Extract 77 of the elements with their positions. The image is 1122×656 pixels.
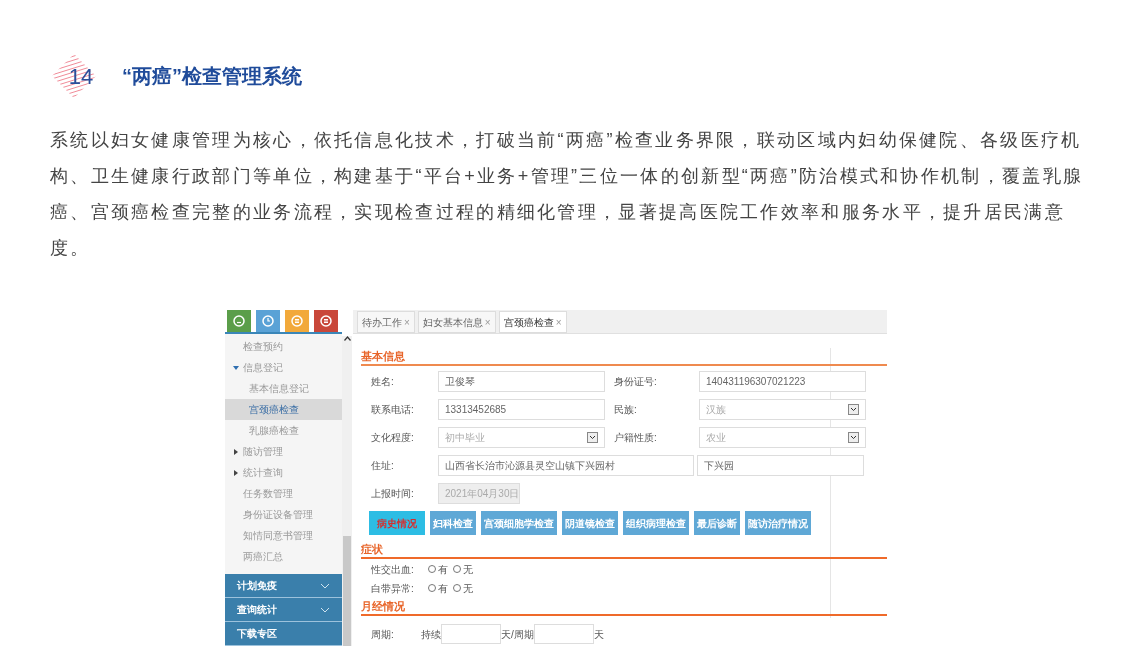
sidebar-item[interactable]: 信息登记 — [225, 357, 342, 378]
field-label: 上报时间: — [371, 487, 415, 501]
section-number: 14 — [68, 62, 94, 91]
field-label: 文化程度: — [371, 431, 415, 445]
tab-button[interactable]: 组织病理检查 — [623, 511, 689, 535]
radio-option[interactable]: 有 — [428, 580, 448, 596]
section-heading: 症状 — [361, 541, 887, 559]
sidebar-item[interactable]: 基本信息登记 — [225, 378, 342, 399]
toolbar-button[interactable] — [227, 310, 251, 332]
sidebar-section[interactable]: 查询统计 — [225, 598, 342, 622]
field-label: 联系电话: — [371, 403, 415, 417]
tab-button[interactable]: 最后诊断 — [694, 511, 740, 535]
field-label: 天/周期 — [501, 627, 534, 642]
field-label: 身份证号: — [614, 375, 658, 389]
section-heading: 基本信息 — [361, 348, 887, 366]
dropdown-icon — [848, 432, 859, 443]
description-paragraph: 系统以妇女健康管理为核心，依托信息化技术，打破当前“两癌”检查业务界限，联动区域内妇幼保健院、各级医疗机构、卫生健康行政部门等单位，构建基于“平台+业务+管理”三位一体的创新型“两癌”防治模式和协作机制，覆盖乳腺癌、宫颈癌检查完整的业务流程，实现检查过程的精细化管理，显著提高医院工作效率和服务水平，提升居民满意度。 — [50, 129, 1085, 260]
chevron-down-icon — [320, 606, 330, 613]
dropdown-icon — [587, 432, 598, 443]
section-title: “两癌”检查管理系统 — [122, 64, 302, 89]
sidebar-item[interactable]: 两癌汇总 — [225, 546, 342, 567]
sidebar-item[interactable]: 随访管理 — [225, 441, 342, 462]
tab-button[interactable]: 宫颈细胞学检查 — [481, 511, 557, 535]
input-field[interactable] — [441, 624, 501, 644]
tab-button[interactable]: 病史情况 — [369, 511, 425, 535]
select-field[interactable]: 汉族 — [699, 399, 866, 420]
striped-diamond-icon — [52, 54, 96, 98]
tab-button[interactable]: 阴道镜检查 — [562, 511, 618, 535]
close-icon[interactable]: × — [555, 314, 562, 330]
input-field[interactable] — [533, 624, 594, 644]
chevron-down-icon — [320, 582, 330, 589]
tab[interactable]: 待办工作 × — [357, 311, 415, 333]
radio-option[interactable]: 有 — [428, 561, 448, 577]
section-heading: 月经情况 — [361, 598, 887, 616]
select-field[interactable]: 农业 — [699, 427, 866, 448]
sidebar-section[interactable]: 下载专区 — [225, 622, 342, 646]
sidebar-item[interactable]: 统计查询 — [225, 462, 342, 483]
field-label: 天 — [593, 627, 604, 642]
select-field[interactable]: 初中毕业 — [438, 427, 605, 448]
toolbar-button[interactable] — [256, 310, 280, 332]
sidebar-item[interactable]: 检查预约 — [225, 336, 342, 357]
date-field: 2021年04月30日 — [438, 483, 520, 504]
tab[interactable]: 妇女基本信息 × — [417, 311, 496, 333]
input-field[interactable]: 卫俊琴 — [438, 371, 605, 392]
sidebar-item[interactable]: 宫颈癌检查 — [225, 399, 342, 420]
input-field[interactable]: 下兴园 — [697, 455, 864, 476]
field-label: 住址: — [371, 459, 395, 473]
toolbar-button[interactable] — [314, 310, 338, 332]
field-label: 性交出血: — [371, 562, 415, 577]
field-label: 持续 — [421, 627, 441, 642]
field-label: 户籍性质: — [614, 431, 658, 445]
sidebar-item[interactable]: 知情同意书管理 — [225, 525, 342, 546]
input-field[interactable]: 山西省长治市沁源县灵空山镇下兴园村 — [438, 455, 694, 476]
sidebar-item[interactable]: 身份证设备管理 — [225, 504, 342, 525]
close-icon[interactable]: × — [484, 314, 491, 330]
field-label: 白带异常: — [371, 581, 415, 596]
dropdown-icon — [848, 404, 859, 415]
radio-option[interactable]: 无 — [453, 561, 473, 577]
sidebar-item[interactable]: 任务数管理 — [225, 483, 342, 504]
clock-icon — [262, 315, 274, 327]
field-label: 周期: — [371, 627, 395, 642]
sidebar-item[interactable]: 乳腺癌检查 — [225, 420, 342, 441]
field-label: 姓名: — [371, 375, 395, 389]
scrollbar-thumb[interactable] — [343, 536, 351, 646]
tab-button[interactable]: 妇科检查 — [430, 511, 476, 535]
list-icon — [291, 315, 303, 327]
toolbar-button[interactable] — [285, 310, 309, 332]
input-field[interactable]: 140431196307021223 — [699, 371, 866, 392]
input-field[interactable]: 13313452685 — [438, 399, 605, 420]
tab-button[interactable]: 随访治疗情况 — [745, 511, 811, 535]
radio-option[interactable]: 无 — [453, 580, 473, 596]
tab[interactable]: 宫颈癌检查 × — [498, 311, 567, 333]
sidebar-section[interactable]: 计划免疫 — [225, 574, 342, 598]
field-label: 民族: — [614, 403, 638, 417]
list-icon — [320, 315, 332, 327]
scroll-up-icon[interactable] — [343, 336, 351, 341]
close-icon[interactable]: × — [404, 314, 410, 330]
